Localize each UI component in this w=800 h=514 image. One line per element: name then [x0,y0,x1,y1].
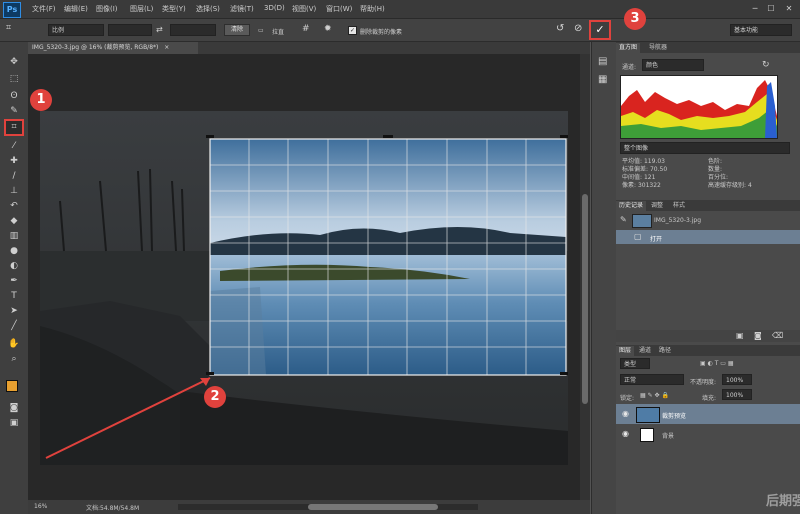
arrow-line [45,377,211,459]
annotation-arrow [45,377,211,459]
